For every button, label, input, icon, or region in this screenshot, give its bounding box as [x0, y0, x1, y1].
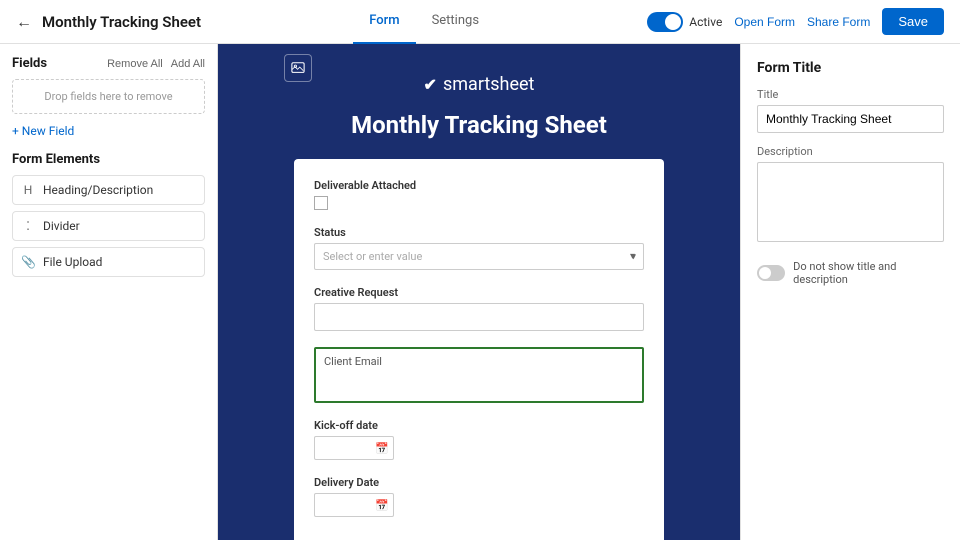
field-delivery-date-input[interactable] [321, 498, 371, 512]
field-client-email: Client Email [314, 347, 644, 403]
image-icon-button[interactable] [284, 54, 312, 82]
field-kickoff-date: Kick-off date 📅 [314, 419, 644, 460]
back-button[interactable]: ← [16, 12, 32, 32]
drop-zone[interactable]: Drop fields here to remove [12, 79, 205, 114]
title-label: Title [757, 88, 944, 101]
sidebar: Fields Remove All Add All Drop fields he… [0, 44, 218, 540]
header-right: Active Open Form Share Form Save [647, 8, 944, 35]
element-heading-label: Heading/Description [43, 183, 153, 197]
status-chevron-icon: ▾ [630, 251, 635, 262]
header-left: ← Monthly Tracking Sheet [16, 12, 201, 32]
open-form-button[interactable]: Open Form [734, 15, 795, 29]
add-field-link[interactable]: + New Field [12, 124, 205, 138]
tab-settings[interactable]: Settings [416, 0, 495, 44]
field-deliverable-label: Deliverable Attached [314, 179, 644, 192]
logo-text: smartsheet [443, 74, 534, 95]
page-title: Monthly Tracking Sheet [42, 13, 201, 31]
status-placeholder: Select or enter value [323, 250, 422, 263]
heading-icon: H [21, 183, 35, 197]
field-creative-request-input[interactable] [314, 303, 644, 331]
field-deliverable: Deliverable Attached [314, 179, 644, 210]
kickoff-calendar-icon[interactable]: 📅 [375, 442, 389, 455]
field-creative-request: Creative Request [314, 286, 644, 331]
active-toggle[interactable] [647, 12, 683, 32]
field-kickoff-date-input[interactable] [321, 441, 371, 455]
field-kickoff-date-input-wrapper: 📅 [314, 436, 394, 460]
field-status-label: Status [314, 226, 644, 239]
smartsheet-logo: ✔ smartsheet [424, 74, 535, 95]
description-label: Description [757, 145, 944, 158]
header: ← Monthly Tracking Sheet Form Settings A… [0, 0, 960, 44]
title-input[interactable] [757, 105, 944, 133]
delivery-calendar-icon[interactable]: 📅 [375, 499, 389, 512]
toggle-description-label: Do not show title and description [793, 260, 944, 286]
field-delivery-date-label: Delivery Date [314, 476, 644, 489]
field-status-select[interactable]: Select or enter value ▾ [314, 243, 644, 270]
save-button[interactable]: Save [882, 8, 944, 35]
title-description-toggle[interactable] [757, 265, 785, 281]
drop-zone-text: Drop fields here to remove [44, 90, 172, 103]
form-canvas: ✔ smartsheet Monthly Tracking Sheet Deli… [218, 44, 740, 540]
remove-all-button[interactable]: Remove All [107, 58, 163, 70]
active-toggle-group: Active [647, 12, 722, 32]
active-label: Active [689, 15, 722, 29]
main-layout: Fields Remove All Add All Drop fields he… [0, 44, 960, 540]
logo-checkmark: ✔ [424, 75, 437, 94]
share-form-button[interactable]: Share Form [807, 15, 870, 29]
image-icon [291, 61, 305, 75]
right-panel: Form Title Title Description Do not show… [740, 44, 960, 540]
form-title-display: Monthly Tracking Sheet [351, 111, 607, 139]
element-file-upload[interactable]: 📎 File Upload [12, 247, 205, 277]
add-all-button[interactable]: Add All [171, 58, 205, 70]
field-kickoff-date-label: Kick-off date [314, 419, 644, 432]
field-status-select-wrapper: Select or enter value ▾ [314, 243, 644, 270]
fields-section-header: Fields Remove All Add All [12, 56, 205, 71]
element-divider[interactable]: ⁚ Divider [12, 211, 205, 241]
divider-icon: ⁚ [21, 219, 35, 233]
file-upload-icon: 📎 [21, 255, 35, 269]
field-delivery-date-input-wrapper: 📅 [314, 493, 394, 517]
form-body: Deliverable Attached Status Select or en… [294, 159, 664, 540]
description-textarea[interactable] [757, 162, 944, 242]
field-delivery-date: Delivery Date 📅 [314, 476, 644, 517]
title-description-toggle-row: Do not show title and description [757, 260, 944, 286]
fields-actions: Remove All Add All [107, 58, 205, 70]
field-client-email-label: Client Email [324, 355, 634, 368]
fields-title: Fields [12, 56, 47, 71]
field-creative-request-label: Creative Request [314, 286, 644, 299]
field-status: Status Select or enter value ▾ [314, 226, 644, 270]
field-deliverable-checkbox[interactable] [314, 196, 328, 210]
element-heading[interactable]: H Heading/Description [12, 175, 205, 205]
field-client-email-input[interactable]: Client Email [314, 347, 644, 403]
element-file-upload-label: File Upload [43, 255, 102, 269]
element-divider-label: Divider [43, 219, 80, 233]
header-tabs: Form Settings [353, 0, 495, 44]
right-panel-title: Form Title [757, 60, 944, 76]
form-elements-title: Form Elements [12, 152, 205, 167]
tab-form[interactable]: Form [353, 0, 415, 44]
